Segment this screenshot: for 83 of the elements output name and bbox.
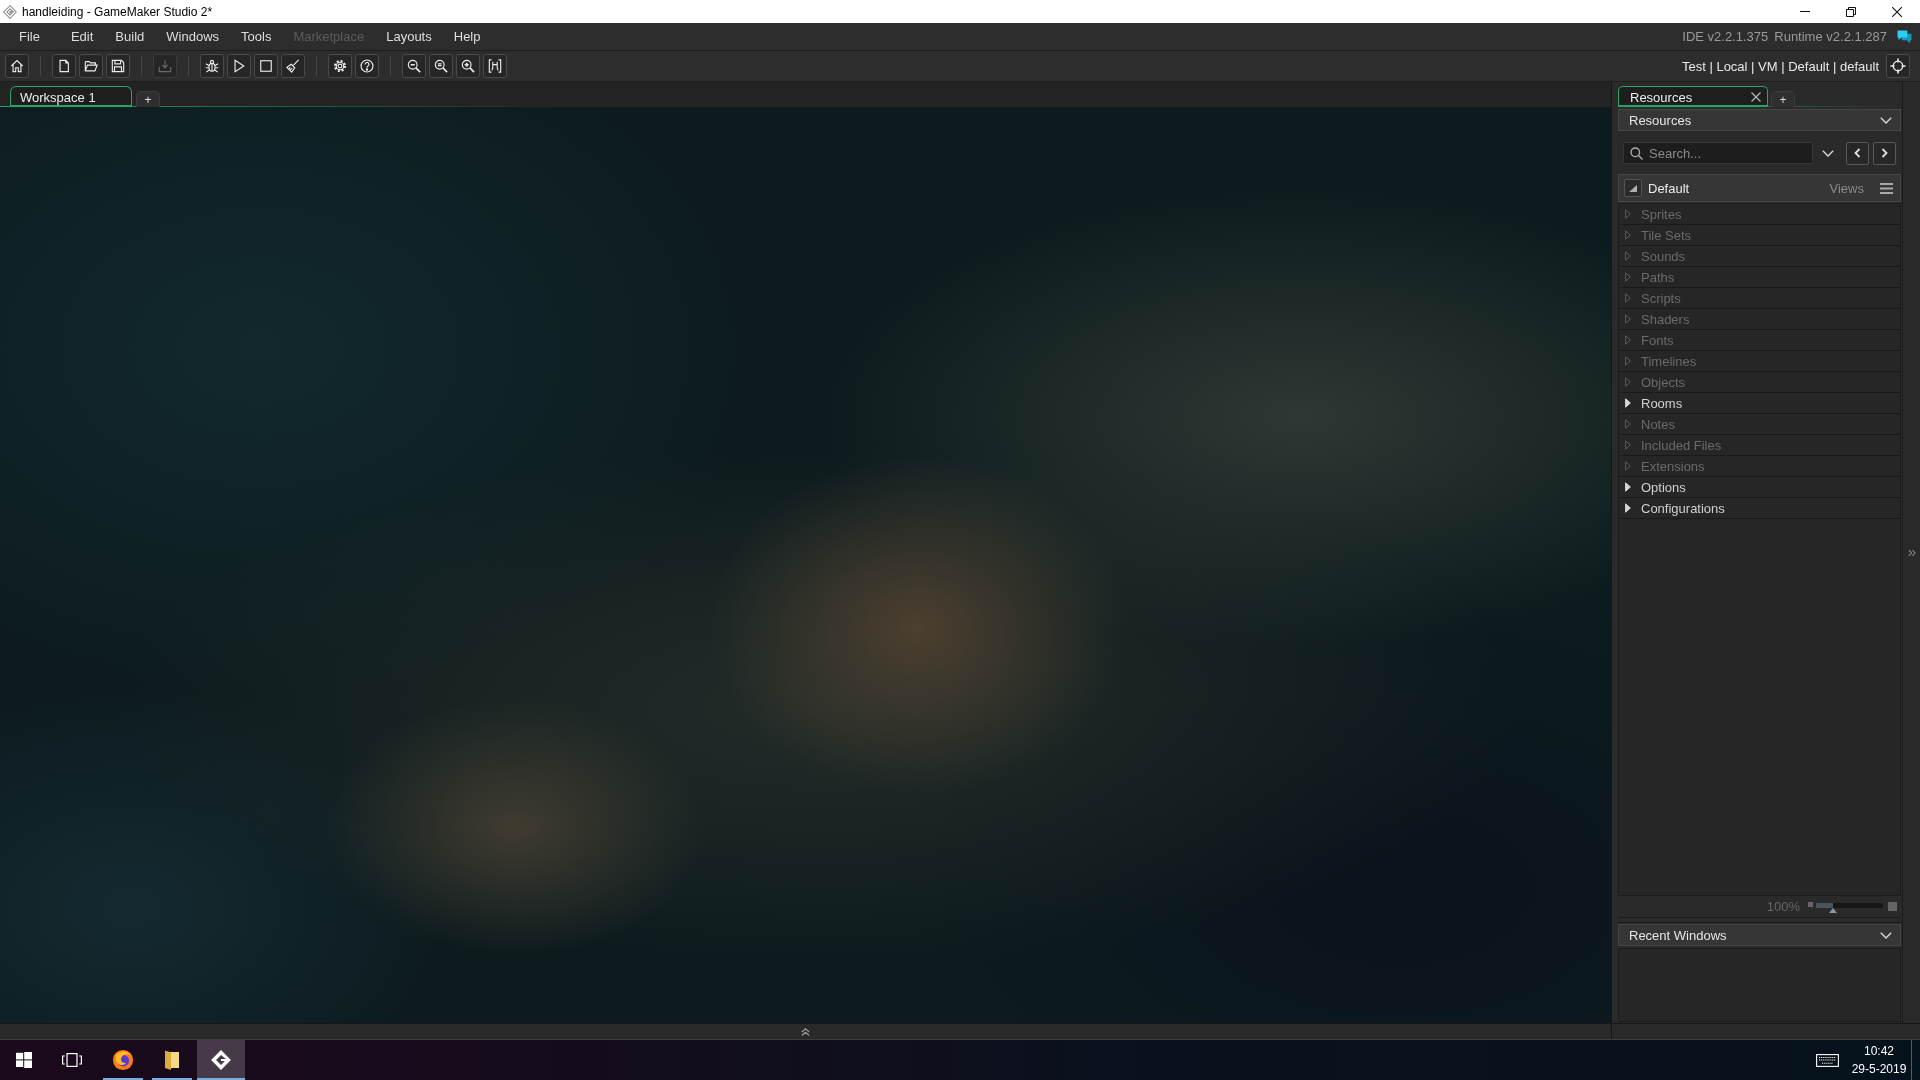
version-text: Runtime v2.2.1.287 bbox=[1774, 29, 1887, 44]
add-tab-button[interactable]: + bbox=[136, 91, 160, 107]
chevron-left-icon bbox=[1854, 148, 1861, 158]
save-button[interactable] bbox=[106, 54, 130, 78]
target-button[interactable] bbox=[1886, 54, 1910, 78]
zoom-in-button[interactable] bbox=[456, 54, 480, 78]
forward-button[interactable] bbox=[1873, 141, 1896, 165]
workspace-tab[interactable]: Workspace 1 bbox=[10, 86, 132, 107]
play-icon bbox=[232, 59, 246, 73]
view-options-button[interactable] bbox=[1624, 179, 1642, 197]
diamond-logo-icon bbox=[210, 1049, 232, 1071]
help-icon bbox=[360, 59, 374, 73]
brackets-icon bbox=[488, 59, 502, 73]
home-button[interactable] bbox=[5, 54, 29, 78]
page-icon bbox=[57, 59, 71, 73]
menu-item[interactable]: Layouts bbox=[375, 26, 443, 47]
search-field[interactable]: Search... bbox=[1623, 142, 1813, 164]
window-title: handleiding - GameMaker Studio 2* bbox=[22, 4, 213, 19]
menu-icon[interactable] bbox=[1880, 182, 1893, 194]
tree-item[interactable]: Configurations bbox=[1619, 498, 1900, 519]
fit-view-button[interactable] bbox=[483, 54, 507, 78]
menu-item[interactable]: Windows bbox=[155, 26, 231, 47]
close-icon[interactable] bbox=[1751, 92, 1761, 102]
tree-item[interactable]: Rooms bbox=[1619, 393, 1900, 414]
double-chevron-right-icon[interactable] bbox=[1907, 548, 1916, 557]
recent-windows-dropdown[interactable]: Recent Windows bbox=[1618, 924, 1901, 946]
tray-arrow-icon bbox=[158, 59, 172, 73]
stop-button[interactable] bbox=[254, 54, 278, 78]
double-chevron-up-icon[interactable] bbox=[801, 1027, 810, 1036]
menu-item[interactable]: File bbox=[8, 26, 60, 47]
open-button[interactable] bbox=[79, 54, 103, 78]
clean-button[interactable] bbox=[281, 54, 305, 78]
back-button[interactable] bbox=[1846, 141, 1869, 165]
menu-item[interactable]: Build bbox=[104, 26, 156, 47]
clock-date[interactable]: 29-5-2019 bbox=[1851, 1060, 1907, 1078]
taskbar-app[interactable] bbox=[197, 1040, 245, 1080]
diamond-logo-icon bbox=[3, 4, 17, 19]
stop-icon bbox=[259, 59, 273, 73]
zoom-out-button[interactable] bbox=[402, 54, 426, 78]
chevron-down-icon bbox=[1822, 149, 1834, 157]
view-name: Default bbox=[1648, 180, 1690, 196]
debug-button[interactable] bbox=[200, 54, 224, 78]
chevron-down-icon bbox=[1880, 116, 1892, 124]
zoom-reset-button[interactable] bbox=[429, 54, 453, 78]
clock-time[interactable]: 10:42 bbox=[1864, 1042, 1894, 1060]
new-button[interactable] bbox=[52, 54, 76, 78]
folder-icon bbox=[165, 1050, 179, 1070]
resources-dropdown[interactable]: Resources bbox=[1618, 109, 1901, 131]
large-square-icon bbox=[1888, 902, 1897, 911]
chevron-down-icon bbox=[1880, 931, 1892, 939]
tree-item[interactable]: Options bbox=[1619, 477, 1900, 498]
folder-icon bbox=[84, 59, 98, 73]
zoom-percentage: 100% bbox=[1766, 899, 1800, 914]
task-view-icon bbox=[62, 1053, 82, 1067]
broom-icon bbox=[286, 59, 300, 73]
crosshair-icon bbox=[1890, 58, 1906, 74]
windows-icon bbox=[16, 1052, 32, 1068]
views-button[interactable]: Views bbox=[1829, 180, 1864, 196]
chat-icon[interactable] bbox=[1897, 29, 1912, 44]
minimize-icon bbox=[1800, 11, 1810, 12]
search-icon bbox=[1630, 147, 1643, 160]
menu-item[interactable]: Edit bbox=[59, 26, 105, 47]
wedge-icon bbox=[1629, 184, 1637, 192]
menu-item[interactable]: Tools bbox=[230, 26, 283, 47]
run-button[interactable] bbox=[227, 54, 251, 78]
restore-icon bbox=[1846, 6, 1856, 17]
close-icon bbox=[1892, 6, 1902, 17]
resources-tab[interactable]: Resources bbox=[1618, 86, 1768, 107]
magnifier-equals-icon bbox=[434, 59, 448, 73]
target-selector[interactable]: Test | Local | VM | Default | default bbox=[1681, 58, 1879, 74]
chevron-right-icon bbox=[1881, 148, 1888, 158]
help-button[interactable] bbox=[355, 54, 379, 78]
settings-icon bbox=[333, 59, 347, 73]
home-icon bbox=[10, 59, 24, 73]
keyboard-icon[interactable] bbox=[1816, 1053, 1839, 1067]
flame-globe-icon bbox=[112, 1049, 134, 1071]
settings-button[interactable] bbox=[328, 54, 352, 78]
zoom-out-icon bbox=[407, 59, 421, 73]
version-text: IDE v2.2.1.375 bbox=[1682, 29, 1769, 44]
add-tab-button[interactable]: + bbox=[1771, 91, 1795, 107]
bug-icon bbox=[205, 59, 219, 73]
zoom-in-icon bbox=[461, 59, 475, 73]
menu-item[interactable]: Help bbox=[442, 26, 492, 47]
